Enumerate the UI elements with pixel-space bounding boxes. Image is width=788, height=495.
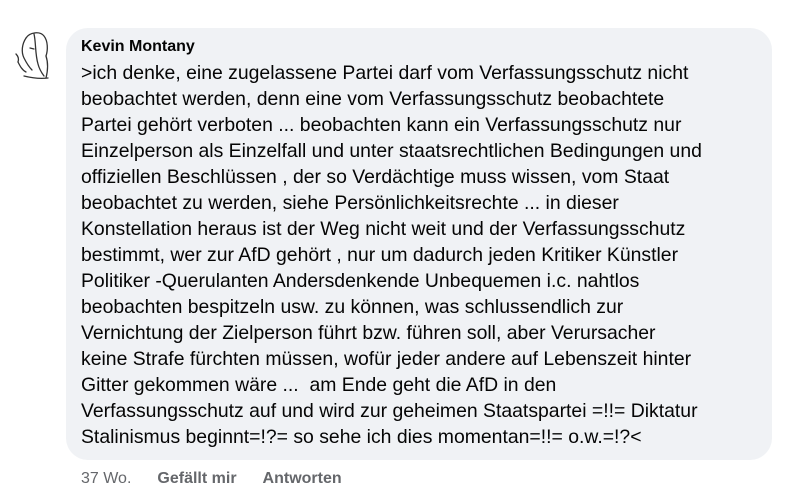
comment-text-line: beobachtet zu werden, siehe Persönlichke…: [81, 192, 619, 214]
comment-text-line: offiziellen Beschlüssen , der so Verdäch…: [81, 166, 670, 188]
comment-text-line: Konstellation heraus ist der Weg nicht w…: [81, 218, 686, 240]
comment-text-line: Verfassungsschutz auf und wird zur gehei…: [81, 400, 698, 422]
comment-text-line: beobachtet werden, denn eine vom Verfass…: [81, 88, 665, 110]
comment-actions: 37 Wo. Gefällt mir Antworten: [81, 470, 342, 488]
like-button[interactable]: Gefällt mir: [157, 470, 236, 488]
comment-text-line: beobachten bespitzeln usw. zu können, wa…: [81, 296, 624, 318]
comment-text-line: Stalinismus beginnt=!?= so sehe ich dies…: [81, 426, 642, 448]
comment-text-line: Einzelperson als Einzelfall und unter st…: [81, 140, 702, 162]
comment-timestamp[interactable]: 37 Wo.: [81, 470, 131, 488]
comment: Kevin Montany >ich denke, eine zugelasse…: [0, 0, 788, 495]
line-drawing-portrait-icon: [15, 32, 49, 80]
comment-bubble: Kevin Montany >ich denke, eine zugelasse…: [66, 28, 772, 460]
comment-author[interactable]: Kevin Montany: [81, 37, 758, 57]
comment-text: >ich denke, eine zugelassene Partei darf…: [81, 60, 758, 450]
reply-button[interactable]: Antworten: [263, 470, 342, 488]
comment-text-line: bestimmt, wer zur AfD gehört , nur um da…: [81, 244, 679, 266]
comment-text-line: Partei gehört verboten ... beobachten ka…: [81, 114, 682, 136]
avatar[interactable]: [4, 26, 62, 84]
comment-text-line: >ich denke, eine zugelassene Partei darf…: [81, 62, 689, 84]
comment-text-line: Gitter gekommen wäre ... am Ende geht di…: [81, 374, 557, 396]
comment-text-line: Vernichtung der Zielperson führt bzw. fü…: [81, 322, 656, 344]
comment-text-line: keine Strafe fürchten müssen, wofür jede…: [81, 348, 692, 370]
comment-text-line: Politiker -Querulanten Andersdenkende Un…: [81, 270, 640, 292]
